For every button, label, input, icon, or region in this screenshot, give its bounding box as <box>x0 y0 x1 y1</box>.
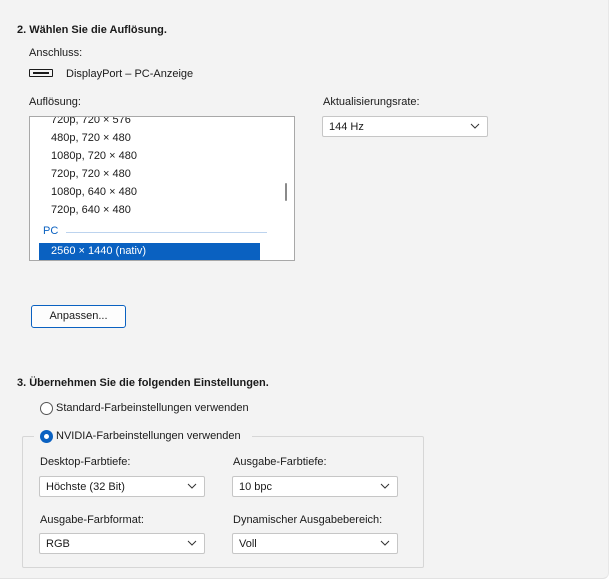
output-format-value: RGB <box>46 538 70 550</box>
section-3-title: 3. Übernehmen Sie die folgenden Einstell… <box>17 377 269 389</box>
default-color-radio[interactable] <box>40 402 53 415</box>
selected-resolution-row[interactable]: 2560 × 1440 (nativ) <box>39 243 260 260</box>
chevron-down-icon <box>380 483 390 489</box>
refresh-rate-value: 144 Hz <box>329 121 364 133</box>
list-item[interactable]: 1080p, 720 × 480 <box>51 150 137 162</box>
refresh-rate-label: Aktualisierungsrate: <box>323 96 420 108</box>
output-depth-label: Ausgabe-Farbtiefe: <box>233 456 327 468</box>
chevron-down-icon <box>470 123 480 129</box>
output-depth-value: 10 bpc <box>239 481 273 493</box>
output-depth-select[interactable]: 10 bpc <box>232 476 398 497</box>
nvidia-color-label[interactable]: NVIDIA-Farbeinstellungen verwenden <box>56 430 241 442</box>
list-item[interactable]: 720p, 720 × 576 <box>51 117 131 126</box>
section-2-title: 2. Wählen Sie die Auflösung. <box>17 24 167 36</box>
list-item[interactable]: 1080p, 640 × 480 <box>51 186 137 198</box>
nvidia-color-radio[interactable] <box>40 430 53 443</box>
connection-value: DisplayPort – PC-Anzeige <box>66 68 194 80</box>
refresh-rate-select[interactable]: 144 Hz <box>322 116 488 137</box>
customize-button[interactable]: Anpassen... <box>31 305 126 328</box>
group-divider <box>66 232 267 233</box>
desktop-depth-value: Höchste (32 Bit) <box>46 481 125 493</box>
output-format-select[interactable]: RGB <box>39 533 205 554</box>
group-header-pc: PC <box>43 225 59 237</box>
default-color-label[interactable]: Standard-Farbeinstellungen verwenden <box>56 402 249 414</box>
displayport-icon <box>29 69 53 77</box>
chevron-down-icon <box>380 540 390 546</box>
resolution-label: Auflösung: <box>29 96 81 108</box>
dynamic-range-label: Dynamischer Ausgabebereich: <box>233 514 383 526</box>
chevron-down-icon <box>187 540 197 546</box>
settings-panel: 2. Wählen Sie die Auflösung. Anschluss: … <box>0 0 609 579</box>
connection-label: Anschluss: <box>29 47 83 59</box>
desktop-depth-select[interactable]: Höchste (32 Bit) <box>39 476 205 497</box>
resolution-listbox[interactable]: 720p, 720 × 576 480p, 720 × 480 1080p, 7… <box>29 116 295 261</box>
list-item[interactable]: 720p, 640 × 480 <box>51 204 131 216</box>
listbox-scrollbar-thumb[interactable] <box>285 183 287 201</box>
list-item[interactable]: 720p, 720 × 480 <box>51 168 131 180</box>
dynamic-range-value: Voll <box>239 538 257 550</box>
chevron-down-icon <box>187 483 197 489</box>
output-format-label: Ausgabe-Farbformat: <box>40 514 144 526</box>
dynamic-range-select[interactable]: Voll <box>232 533 398 554</box>
desktop-depth-label: Desktop-Farbtiefe: <box>40 456 131 468</box>
selected-resolution-label: 2560 × 1440 (nativ) <box>51 245 147 257</box>
list-item[interactable]: 480p, 720 × 480 <box>51 132 131 144</box>
